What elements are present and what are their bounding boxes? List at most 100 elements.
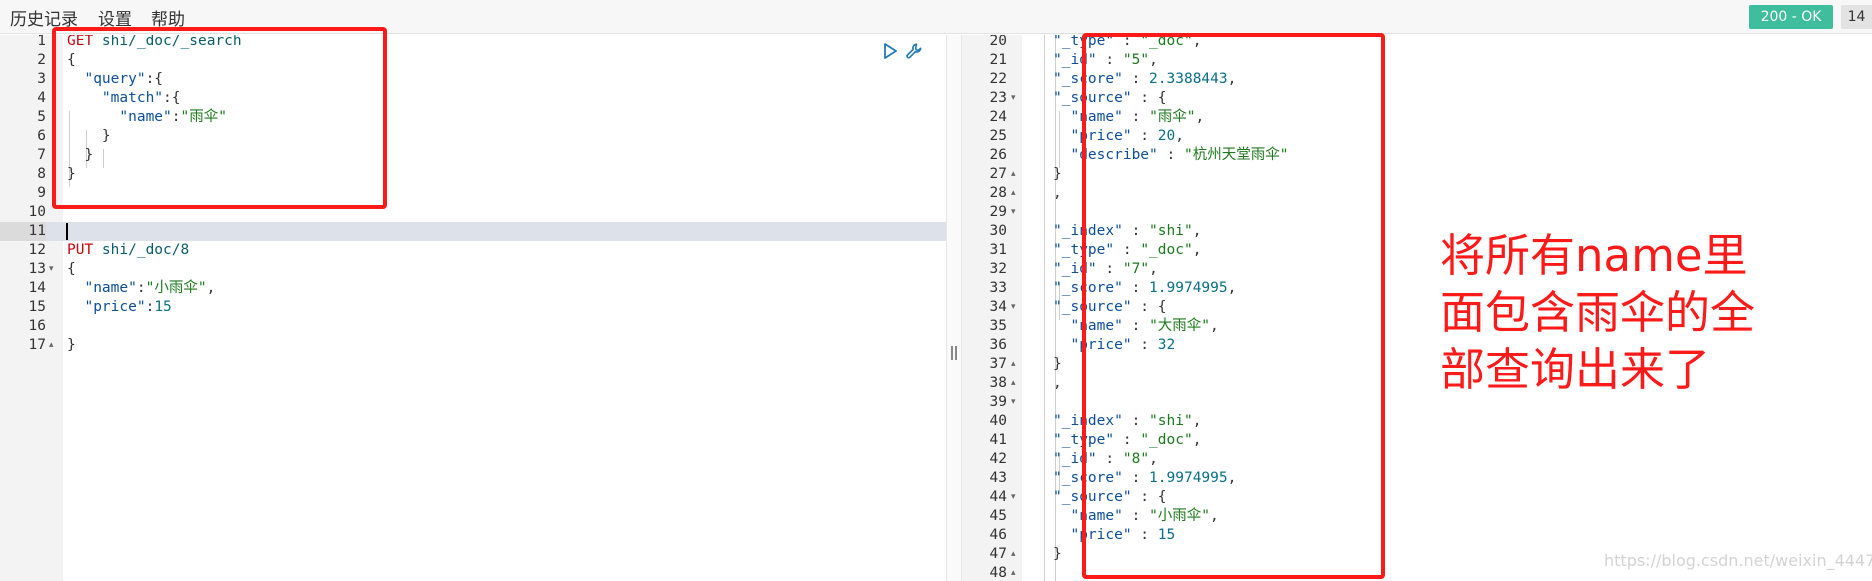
token-key: "price" xyxy=(84,299,146,315)
fold-close-icon[interactable]: ▴ xyxy=(1011,184,1016,203)
line-number: 9 xyxy=(37,185,46,201)
line-number: 34 xyxy=(989,299,1007,315)
code-text: , xyxy=(1053,184,1062,203)
token-punc: , xyxy=(206,280,216,296)
status-badge: 200 - OK xyxy=(1749,5,1833,29)
text-cursor xyxy=(66,223,68,240)
line-number: 4 xyxy=(37,90,46,106)
request-time-badge: 14 xyxy=(1841,5,1872,29)
token-num: 15 xyxy=(154,299,172,315)
token-punc xyxy=(67,280,84,296)
line-number: 37 xyxy=(989,356,1007,372)
request-highlight-box xyxy=(52,27,387,209)
fold-open-icon[interactable]: ▾ xyxy=(1011,203,1016,222)
token-punc: { xyxy=(67,261,76,277)
code-line[interactable]: 13 ▾ { xyxy=(0,260,946,279)
line-number: 8 xyxy=(37,166,46,182)
line-number: 2 xyxy=(37,52,46,68)
line-number: 3 xyxy=(37,71,46,87)
token-punc: } xyxy=(67,337,76,353)
line-number: 13 xyxy=(28,261,46,277)
line-number: 16 xyxy=(28,318,46,334)
line-number: 36 xyxy=(989,337,1007,353)
line-number: 42 xyxy=(989,451,1007,467)
token-punc xyxy=(1053,337,1070,353)
fold-open-icon[interactable]: ▾ xyxy=(1011,393,1016,412)
line-number: 41 xyxy=(989,432,1007,448)
line-number: 6 xyxy=(37,128,46,144)
code-line[interactable]: 16 xyxy=(0,317,946,336)
line-number: 30 xyxy=(989,223,1007,239)
watermark: https://blog.csdn.net/weixin_44475741 xyxy=(1604,551,1872,570)
line-number: 1 xyxy=(37,35,46,49)
fold-open-icon[interactable]: ▾ xyxy=(1011,298,1016,317)
code-text: } xyxy=(1053,165,1062,184)
line-number: 26 xyxy=(989,147,1007,163)
token-punc: : xyxy=(145,299,155,315)
line-number: 40 xyxy=(989,413,1007,429)
code-line[interactable]: 12 PUT shi/_doc/8 xyxy=(0,241,946,260)
token-punc: , xyxy=(1053,375,1062,391)
token-punc: } xyxy=(1053,166,1062,182)
line-number: 17 xyxy=(28,337,46,353)
line-number: 20 xyxy=(989,35,1007,49)
fold-open-icon[interactable]: ▾ xyxy=(49,260,54,279)
code-line[interactable]: 15 "price":15 xyxy=(0,298,946,317)
token-punc xyxy=(1053,318,1070,334)
token-punc xyxy=(1053,109,1070,125)
line-number: 39 xyxy=(989,394,1007,410)
line-number: 14 xyxy=(28,280,46,296)
fold-open-icon[interactable]: ▾ xyxy=(1011,488,1016,507)
line-number: 32 xyxy=(989,261,1007,277)
code-line[interactable]: 14 "name":"小雨伞", xyxy=(0,279,946,298)
line-number: 23 xyxy=(989,90,1007,106)
line-number: 11 xyxy=(0,222,46,241)
fold-close-icon[interactable]: ▴ xyxy=(1011,545,1016,564)
resizer-grip-icon[interactable] xyxy=(951,346,958,360)
code-text: PUT shi/_doc/8 xyxy=(67,241,189,260)
line-number: 35 xyxy=(989,318,1007,334)
token-punc xyxy=(67,299,84,315)
pane-resizer[interactable] xyxy=(946,35,962,581)
token-punc xyxy=(1053,527,1070,543)
code-line[interactable]: 17 ▴} xyxy=(0,336,946,355)
token-punc: } xyxy=(1053,546,1062,562)
fold-close-icon[interactable]: ▴ xyxy=(1011,374,1016,393)
code-text: "name":"小雨伞", xyxy=(67,279,215,298)
line-number: 46 xyxy=(989,527,1007,543)
token-punc xyxy=(1053,147,1070,163)
line-number: 28 xyxy=(989,185,1007,201)
fold-close-icon[interactable]: ▴ xyxy=(1011,165,1016,184)
line-number: 43 xyxy=(989,470,1007,486)
token-punc: } xyxy=(1053,356,1062,372)
token-punc: : xyxy=(136,280,146,296)
token-method: PUT xyxy=(67,242,94,258)
fold-open-icon[interactable]: ▾ xyxy=(1011,89,1016,108)
line-number: 47 xyxy=(989,546,1007,562)
line-number: 27 xyxy=(989,166,1007,182)
code-line[interactable]: 11 xyxy=(0,222,946,241)
token-str: "小雨伞" xyxy=(145,280,207,296)
response-highlight-box xyxy=(1082,33,1385,579)
line-number: 15 xyxy=(28,299,46,315)
line-number: 21 xyxy=(989,52,1007,68)
line-number: 29 xyxy=(989,204,1007,220)
line-number: 48 xyxy=(989,565,1007,581)
code-text: } xyxy=(1053,545,1062,564)
token-path: shi/_doc/8 xyxy=(93,242,190,258)
line-number: 12 xyxy=(28,242,46,258)
fold-close-icon[interactable]: ▴ xyxy=(49,336,54,355)
fold-close-icon[interactable]: ▴ xyxy=(1011,355,1016,374)
line-number: 38 xyxy=(989,375,1007,391)
line-number: 5 xyxy=(37,109,46,125)
line-number: 24 xyxy=(989,109,1007,125)
code-text: "price":15 xyxy=(67,298,172,317)
line-number: 45 xyxy=(989,508,1007,524)
code-text: , xyxy=(1053,374,1062,393)
line-number: 33 xyxy=(989,280,1007,296)
fold-close-icon[interactable]: ▴ xyxy=(1011,564,1016,581)
line-number: 7 xyxy=(37,147,46,163)
line-number: 44 xyxy=(989,489,1007,505)
token-punc xyxy=(1053,508,1070,524)
code-text: { xyxy=(67,260,76,279)
